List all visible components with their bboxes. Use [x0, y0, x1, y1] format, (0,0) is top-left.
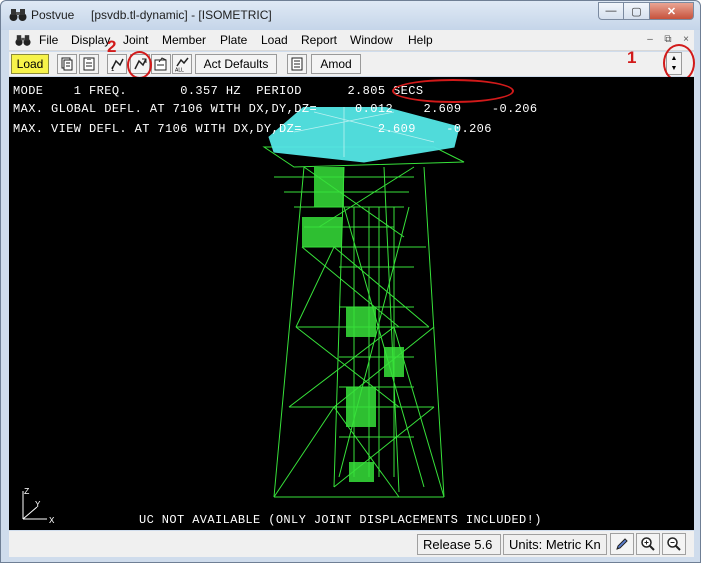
structure-wireframe — [262, 107, 465, 498]
main-window: Postvue [psvdb.tl-dynamic] - [ISOMETRIC]… — [0, 0, 701, 563]
menu-report[interactable]: Report — [301, 33, 337, 47]
binoculars-icon[interactable] — [15, 34, 31, 47]
global-deflection-line: MAX. GLOBAL DEFL. AT 7106 WITH DX,DY,DZ=… — [13, 102, 538, 116]
menu-window[interactable]: Window — [350, 33, 393, 47]
list-icon[interactable] — [287, 54, 307, 74]
menu-load[interactable]: Load — [261, 33, 288, 47]
act-defaults-button[interactable]: Act Defaults — [195, 54, 277, 74]
svg-text:ALL: ALL — [175, 68, 184, 73]
annotation-circle-mode-next — [127, 51, 152, 79]
annotation-marker-2: 2 — [107, 37, 117, 56]
menu-display[interactable]: Display — [71, 33, 110, 47]
uc-warning-text: UC NOT AVAILABLE (ONLY JOINT DISPLACEMEN… — [139, 513, 542, 527]
units-panel: Units: Metric Kn — [503, 534, 607, 555]
menu-plate[interactable]: Plate — [220, 33, 247, 47]
load-button[interactable]: Load — [11, 54, 49, 74]
report-icon[interactable] — [151, 54, 171, 74]
pen-icon[interactable] — [610, 533, 634, 555]
window-title: Postvue [psvdb.tl-dynamic] - [ISOMETRIC] — [31, 8, 272, 22]
mode-previous-icon[interactable]: 1 — [107, 54, 127, 74]
zoom-in-icon[interactable] — [636, 533, 660, 555]
amod-button[interactable]: Amod — [311, 54, 361, 74]
window-maximize-button[interactable]: ▢ — [624, 2, 650, 20]
svg-text:Z: Z — [24, 487, 30, 497]
menu-member[interactable]: Member — [162, 33, 206, 47]
svg-text:X: X — [49, 516, 55, 525]
menu-file[interactable]: File — [39, 33, 58, 47]
axis-triad: Z Y X — [22, 487, 55, 525]
svg-text:1: 1 — [111, 67, 115, 72]
window-minimize-button[interactable]: — — [598, 2, 624, 20]
annotation-marker-1: 1 — [627, 48, 637, 67]
release-panel: Release 5.6 — [417, 534, 501, 555]
window-close-button[interactable]: ✕ — [650, 2, 694, 20]
status-bar: Release 5.6 Units: Metric Kn — [9, 531, 694, 557]
child-minimize-button[interactable]: – — [642, 32, 658, 47]
model-viewport[interactable]: MODE 1 FREQ. 0.357 HZ PERIOD 2.805 SECS … — [9, 77, 694, 530]
menu-help[interactable]: Help — [408, 33, 433, 47]
binoculars-icon — [9, 9, 27, 21]
title-bar[interactable]: Postvue [psvdb.tl-dynamic] - [ISOMETRIC]… — [1, 1, 700, 30]
view-deflection-line: MAX. VIEW DEFL. AT 7106 WITH DX,DY,DZ= 2… — [13, 122, 492, 136]
menu-joint[interactable]: Joint — [123, 33, 148, 47]
paste-icon[interactable] — [79, 54, 99, 74]
all-modes-icon[interactable]: ALL — [172, 54, 192, 74]
annotation-circle-period — [392, 79, 514, 103]
mode-info-line: MODE 1 FREQ. 0.357 HZ PERIOD 2.805 SECS — [13, 84, 424, 98]
copy-icon[interactable] — [57, 54, 77, 74]
zoom-out-icon[interactable] — [662, 533, 686, 555]
svg-text:Y: Y — [35, 500, 41, 510]
